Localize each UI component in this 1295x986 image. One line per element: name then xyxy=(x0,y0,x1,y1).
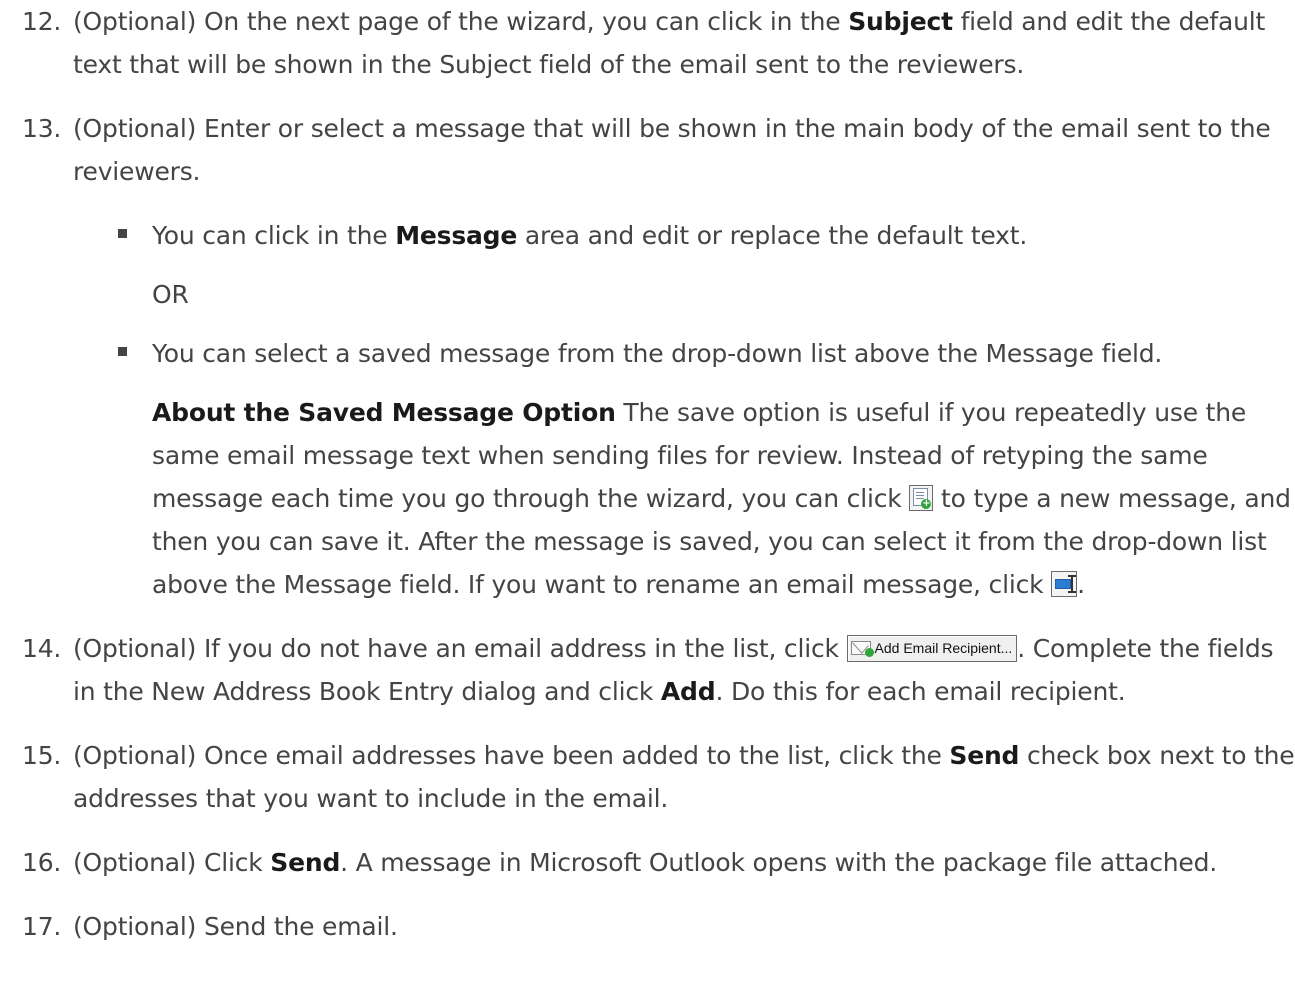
step-number: 15. xyxy=(22,741,62,770)
add-email-recipient-label: Add Email Recipient... xyxy=(874,640,1013,656)
bullet-option-select: You can select a saved message from the … xyxy=(118,332,1295,375)
step-text: (Optional) If you do not have an email a… xyxy=(73,634,847,663)
step-12: 12. (Optional) On the next page of the w… xyxy=(0,0,1295,86)
note-text-end: . xyxy=(1077,570,1085,599)
bullet-text: You can click in the xyxy=(152,221,396,250)
rename-icon xyxy=(1051,571,1078,597)
step-text-end: . Do this for each email recipient. xyxy=(715,677,1126,706)
step-number: 16. xyxy=(22,848,62,877)
message-term: Message xyxy=(395,221,518,250)
step-number: 12. xyxy=(22,7,62,36)
bullet-text: You can select a saved message from the … xyxy=(152,339,1163,368)
bullet-option-edit: You can click in the Message area and ed… xyxy=(118,214,1295,257)
step-16: 16. (Optional) Click Send. A message in … xyxy=(0,841,1295,884)
step-13-options: You can click in the Message area and ed… xyxy=(0,214,1295,606)
saved-message-note: About the Saved Message Option The save … xyxy=(152,391,1295,606)
note-heading: About the Saved Message Option xyxy=(152,398,616,427)
step-number: 14. xyxy=(22,634,62,663)
step-text: (Optional) Send the email. xyxy=(73,912,398,941)
step-14: 14. (Optional) If you do not have an ema… xyxy=(0,627,1295,713)
step-text: (Optional) Enter or select a message tha… xyxy=(73,114,1271,186)
step-text: (Optional) On the next page of the wizar… xyxy=(73,7,849,36)
instruction-steps: 12. (Optional) On the next page of the w… xyxy=(0,0,1295,948)
step-text: (Optional) Click xyxy=(73,848,271,877)
send-term: Send xyxy=(270,848,341,877)
bullet-square-icon xyxy=(118,347,127,356)
step-number: 13. xyxy=(22,114,62,143)
step-text-cont: . A message in Microsoft Outlook opens w… xyxy=(340,848,1217,877)
step-13: 13. (Optional) Enter or select a message… xyxy=(0,107,1295,193)
send-term: Send xyxy=(949,741,1020,770)
step-15: 15. (Optional) Once email addresses have… xyxy=(0,734,1295,820)
step-17: 17. (Optional) Send the email. xyxy=(0,905,1295,948)
subject-term: Subject xyxy=(848,7,953,36)
envelope-add-icon xyxy=(850,641,874,657)
add-email-recipient-button: Add Email Recipient... xyxy=(846,634,1018,662)
add-term: Add xyxy=(660,677,716,706)
new-message-icon: + xyxy=(909,485,934,511)
or-separator: OR xyxy=(152,280,189,309)
step-number: 17. xyxy=(22,912,62,941)
bullet-square-icon xyxy=(118,229,127,238)
step-text: (Optional) Once email addresses have bee… xyxy=(73,741,950,770)
bullet-text-cont: area and edit or replace the default tex… xyxy=(517,221,1028,250)
